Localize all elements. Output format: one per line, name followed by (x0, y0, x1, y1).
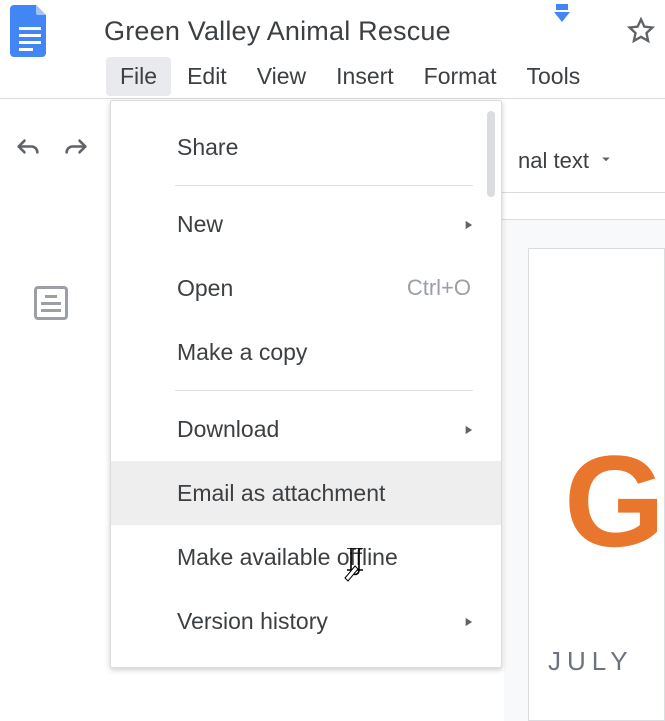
star-icon[interactable] (627, 17, 655, 45)
menu-file[interactable]: File (106, 57, 171, 96)
menu-item-label: Version history (177, 608, 328, 635)
menu-item-download[interactable]: Download (111, 397, 501, 461)
submenu-arrow-icon (461, 608, 475, 635)
menu-item-email-attachment[interactable]: Email as attachment (111, 461, 501, 525)
menu-item-make-offline[interactable]: Make available offline (111, 525, 501, 589)
submenu-arrow-icon (461, 416, 475, 443)
paragraph-style-label: nal text (518, 148, 589, 174)
menu-item-make-copy[interactable]: Make a copy (111, 320, 501, 384)
menu-item-share[interactable]: Share (111, 115, 501, 179)
undo-icon[interactable] (14, 136, 42, 164)
menu-item-new[interactable]: New (111, 192, 501, 256)
menu-edit[interactable]: Edit (173, 57, 241, 96)
menu-item-label: New (177, 211, 223, 238)
paragraph-style-selector[interactable]: nal text (518, 148, 615, 174)
chevron-down-icon (597, 148, 615, 174)
toolbar-divider (0, 98, 665, 99)
menu-item-label: Email as attachment (177, 480, 385, 507)
menu-view[interactable]: View (243, 57, 320, 96)
ruler[interactable] (500, 192, 665, 220)
menu-tools[interactable]: Tools (513, 57, 595, 96)
docs-app-icon[interactable] (4, 5, 56, 57)
menu-insert[interactable]: Insert (322, 57, 408, 96)
menu-item-label: Download (177, 416, 279, 443)
document-title[interactable]: Green Valley Animal Rescue (104, 16, 613, 47)
menu-bar: File Edit View Insert Format Tools (0, 54, 665, 98)
menu-item-label: Share (177, 134, 238, 161)
page-heading-fragment: G (564, 436, 665, 566)
menu-separator (175, 390, 473, 391)
indent-marker-icon[interactable] (550, 4, 574, 31)
submenu-arrow-icon (461, 211, 475, 238)
menu-separator (175, 185, 473, 186)
redo-icon[interactable] (62, 136, 90, 164)
show-outline-button[interactable] (34, 286, 68, 320)
file-menu-dropdown: Share New Open Ctrl+O Make a copy Downlo… (110, 100, 502, 668)
menu-item-label: Make available offline (177, 544, 398, 571)
menu-item-shortcut: Ctrl+O (407, 275, 471, 301)
menu-item-label: Open (177, 275, 233, 302)
menu-item-label: Make a copy (177, 339, 307, 366)
menu-item-version-history[interactable]: Version history (111, 589, 501, 653)
toolbar (14, 136, 90, 164)
page-subtitle-fragment: JULY (548, 646, 634, 677)
menu-format[interactable]: Format (410, 57, 511, 96)
menu-item-open[interactable]: Open Ctrl+O (111, 256, 501, 320)
